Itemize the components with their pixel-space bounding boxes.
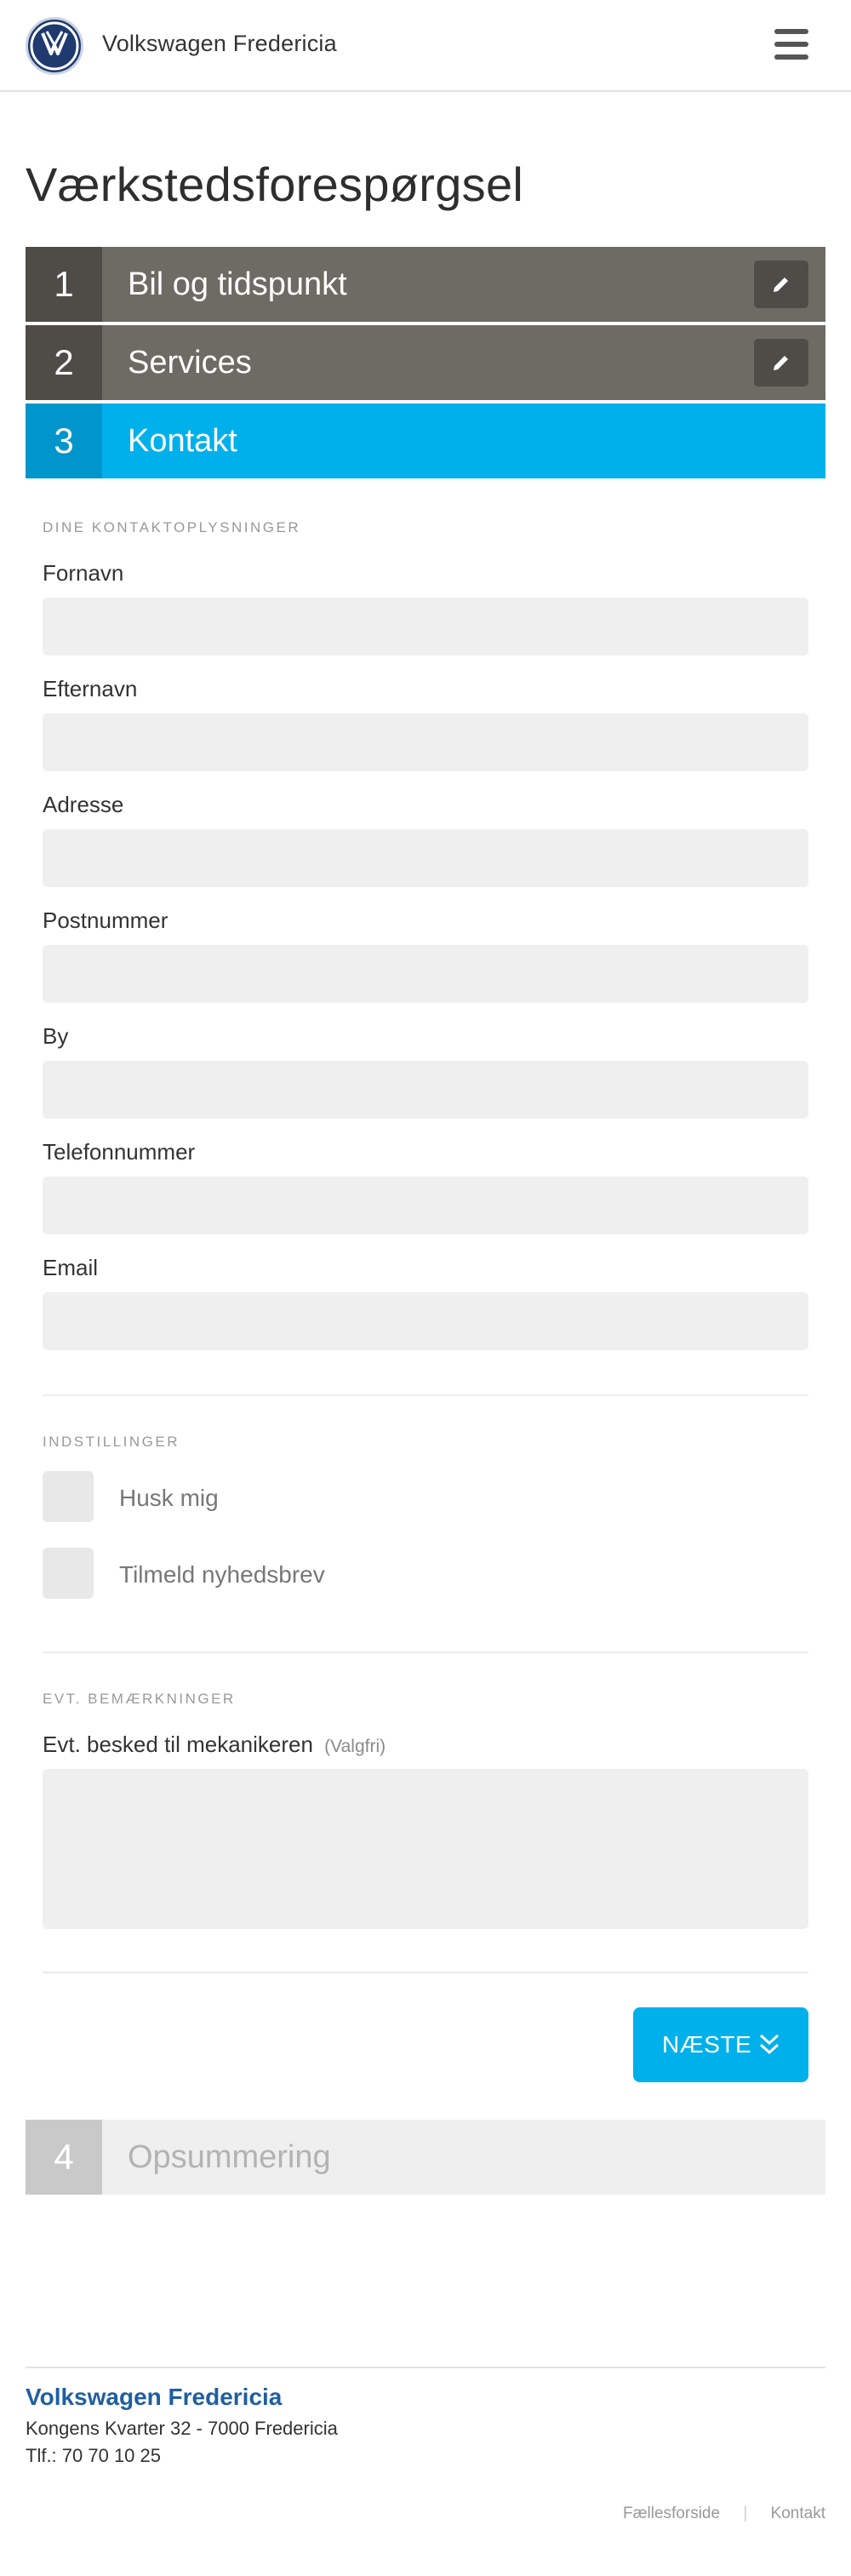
footer-link-contact[interactable]: Kontakt (771, 2504, 825, 2522)
pencil-icon (774, 356, 788, 370)
newsletter-checkbox[interactable] (43, 1548, 94, 1599)
step-label: Services (128, 345, 252, 381)
footer-link-home[interactable]: Fællesforside (623, 2504, 720, 2522)
footer-divider (26, 2367, 825, 2368)
remarks-label: Evt. besked til mekanikeren (Valgfri) (43, 1732, 386, 1758)
postal-code-input[interactable] (43, 945, 808, 1003)
contact-section-label: DINE KONTAKTOPLYSNINGER (43, 519, 301, 535)
site-header: Volkswagen Fredericia (0, 0, 851, 92)
step-bil-og-tidspunkt[interactable]: 1 Bil og tidspunkt (26, 247, 825, 322)
step-number: 4 (26, 2120, 102, 2195)
hamburger-menu-icon[interactable] (769, 24, 812, 66)
email-input[interactable] (43, 1292, 808, 1350)
section-divider (43, 1972, 808, 1973)
remember-me-label[interactable]: Husk mig (119, 1485, 219, 1512)
step-label: Kontakt (128, 423, 237, 459)
step-opsummering: 4 Opsummering (26, 2120, 825, 2195)
last-name-input[interactable] (43, 713, 808, 771)
step-number: 3 (26, 404, 102, 478)
remarks-label-text: Evt. besked til mekanikeren (43, 1732, 313, 1757)
footer-links: Fællesforside | Kontakt (0, 2504, 825, 2523)
city-label: By (43, 1023, 69, 1049)
step-number: 2 (26, 325, 102, 400)
footer-link-separator: | (743, 2504, 748, 2522)
edit-step-button[interactable] (754, 339, 808, 386)
step-label: Opsummering (128, 2139, 331, 2175)
address-input[interactable] (43, 829, 808, 887)
postal-code-label: Postnummer (43, 907, 168, 933)
city-input[interactable] (43, 1061, 808, 1119)
step-kontakt: 3 Kontakt (26, 404, 825, 478)
edit-step-button[interactable] (754, 260, 808, 308)
last-name-label: Efternavn (43, 676, 138, 701)
section-divider (43, 1394, 808, 1396)
remarks-textarea[interactable] (43, 1769, 808, 1929)
step-label: Bil og tidspunkt (128, 266, 347, 302)
next-button[interactable]: NÆSTE (633, 2007, 808, 2082)
remember-me-checkbox[interactable] (43, 1471, 94, 1522)
vw-logo[interactable] (26, 17, 83, 75)
step-services[interactable]: 2 Services (26, 325, 825, 400)
next-button-label: NÆSTE (662, 2031, 752, 2058)
remarks-section-label: EVT. BEMÆRKNINGER (43, 1691, 236, 1707)
double-chevron-down-icon (759, 2034, 780, 2055)
brand-name[interactable]: Volkswagen Fredericia (102, 31, 337, 57)
footer-phone: Tlf.: 70 70 10 25 (26, 2445, 161, 2466)
footer-dealer-name[interactable]: Volkswagen Fredericia (26, 2384, 282, 2411)
section-divider (43, 1652, 808, 1653)
footer-address: Kongens Kvarter 32 - 7000 Fredericia (26, 2418, 338, 2439)
first-name-input[interactable] (43, 598, 808, 655)
pencil-icon (774, 278, 788, 292)
phone-input[interactable] (43, 1176, 808, 1234)
first-name-label: Fornavn (43, 560, 124, 586)
settings-section-label: INDSTILLINGER (43, 1434, 180, 1450)
step-number: 1 (26, 247, 102, 322)
phone-label: Telefonnummer (43, 1139, 196, 1165)
page-title: Værkstedsforespørgsel (26, 157, 524, 211)
email-label: Email (43, 1255, 99, 1280)
optional-hint: (Valgfri) (324, 1737, 386, 1756)
newsletter-label[interactable]: Tilmeld nyhedsbrev (119, 1561, 325, 1589)
address-label: Adresse (43, 792, 124, 817)
